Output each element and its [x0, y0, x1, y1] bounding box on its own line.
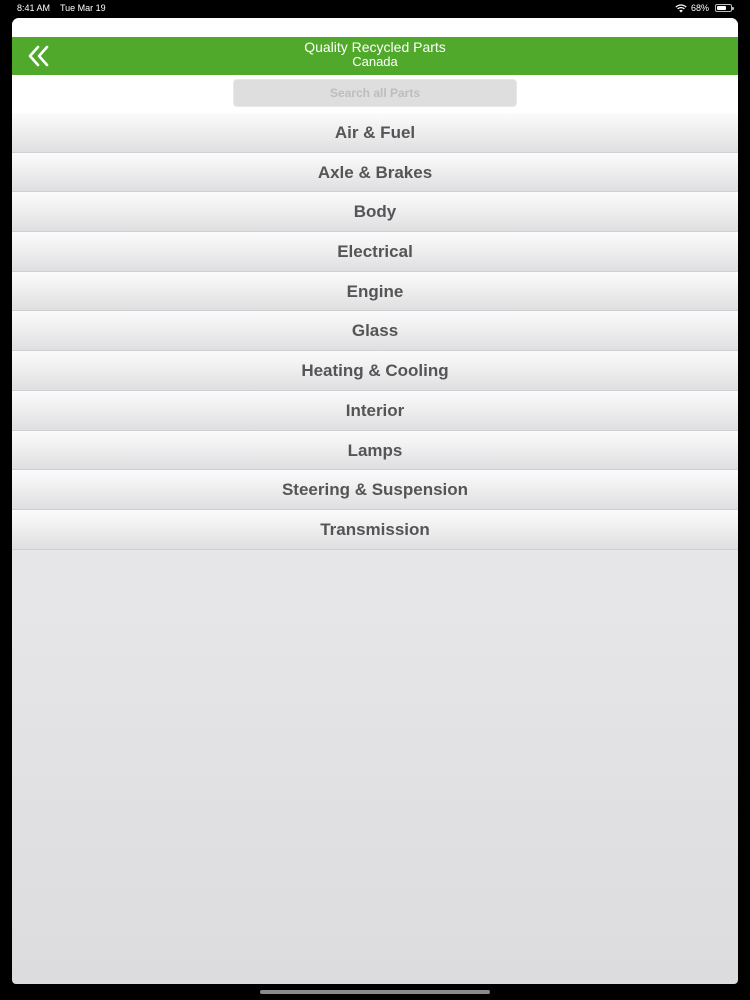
- header-subtitle: Canada: [352, 54, 398, 69]
- status-bar: 8:41 AM Tue Mar 19 68%: [0, 0, 750, 14]
- category-item-steering-suspension[interactable]: Steering & Suspension: [12, 470, 738, 510]
- battery-percentage: 68%: [690, 3, 709, 13]
- battery-icon: [715, 4, 734, 12]
- category-item-transmission[interactable]: Transmission: [12, 509, 738, 550]
- category-item-engine[interactable]: Engine: [12, 271, 738, 312]
- header-title: Quality Recycled Parts: [304, 39, 446, 55]
- category-item-lamps[interactable]: Lamps: [12, 430, 738, 471]
- category-item-glass[interactable]: Glass: [12, 311, 738, 352]
- back-button[interactable]: [26, 43, 52, 69]
- category-list: Air & Fuel Axle & Brakes Body Electrical…: [12, 113, 738, 550]
- status-indicators: 68%: [675, 1, 734, 15]
- category-item-axle-brakes[interactable]: Axle & Brakes: [12, 152, 738, 193]
- double-chevron-left-icon: [28, 45, 49, 67]
- category-item-heating-cooling[interactable]: Heating & Cooling: [12, 351, 738, 391]
- top-strip: [12, 18, 738, 37]
- status-date: Tue Mar 19: [60, 3, 106, 13]
- home-indicator[interactable]: [260, 990, 490, 994]
- wifi-icon: [675, 3, 687, 12]
- category-item-interior[interactable]: Interior: [12, 390, 738, 431]
- status-time: 8:41 AM: [17, 3, 51, 13]
- app-window: Quality Recycled Parts Canada Air & Fuel…: [12, 18, 738, 984]
- search-input[interactable]: [233, 79, 517, 107]
- category-item-air-fuel[interactable]: Air & Fuel: [12, 113, 738, 153]
- category-item-body[interactable]: Body: [12, 192, 738, 233]
- search-bar: [12, 75, 738, 113]
- nav-header: Quality Recycled Parts Canada: [12, 37, 738, 75]
- category-item-electrical[interactable]: Electrical: [12, 232, 738, 272]
